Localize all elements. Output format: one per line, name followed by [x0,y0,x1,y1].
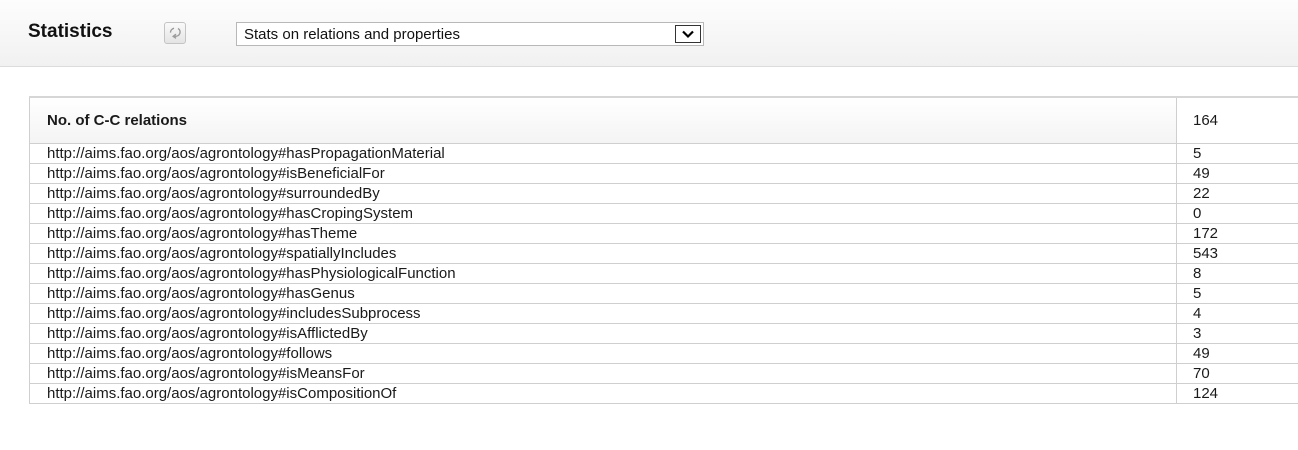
relation-count: 543 [1176,243,1298,264]
relation-uri: http://aims.fao.org/aos/agrontology#hasT… [29,223,1177,244]
table-row: http://aims.fao.org/aos/agrontology#hasP… [29,263,1298,284]
refresh-icon [169,27,181,39]
table-row: http://aims.fao.org/aos/agrontology#incl… [29,303,1298,324]
table-row: http://aims.fao.org/aos/agrontology#hasT… [29,223,1298,244]
relation-uri: http://aims.fao.org/aos/agrontology#isMe… [29,363,1177,384]
table-row: http://aims.fao.org/aos/agrontology#surr… [29,183,1298,204]
dropdown-arrow-button[interactable] [675,25,701,43]
relation-uri: http://aims.fao.org/aos/agrontology#isBe… [29,163,1177,184]
relation-uri: http://aims.fao.org/aos/agrontology#spat… [29,243,1177,264]
stats-type-select-value: Stats on relations and properties [244,26,460,43]
relation-uri: http://aims.fao.org/aos/agrontology#hasP… [29,263,1177,284]
relation-uri: http://aims.fao.org/aos/agrontology#hasP… [29,143,1177,164]
page-title: Statistics [28,21,113,42]
table-row: http://aims.fao.org/aos/agrontology#isCo… [29,383,1298,404]
table-header-value: 164 [1176,96,1298,144]
relation-count: 5 [1176,283,1298,304]
table-row: http://aims.fao.org/aos/agrontology#hasP… [29,143,1298,164]
relation-uri: http://aims.fao.org/aos/agrontology#hasC… [29,203,1177,224]
table-row: http://aims.fao.org/aos/agrontology#isBe… [29,163,1298,184]
table-header-label: No. of C-C relations [29,96,1177,144]
relation-uri: http://aims.fao.org/aos/agrontology#isCo… [29,383,1177,404]
chevron-down-icon [682,30,694,39]
relation-count: 8 [1176,263,1298,284]
refresh-button[interactable] [164,22,186,44]
table-row: http://aims.fao.org/aos/agrontology#isMe… [29,363,1298,384]
relation-uri: http://aims.fao.org/aos/agrontology#surr… [29,183,1177,204]
relation-count: 49 [1176,163,1298,184]
relation-count: 49 [1176,343,1298,364]
relation-count: 22 [1176,183,1298,204]
statistics-header: Statistics Stats on relations and proper… [0,0,1298,67]
table-row: http://aims.fao.org/aos/agrontology#hasC… [29,203,1298,224]
relation-count: 0 [1176,203,1298,224]
table-header-row: No. of C-C relations 164 [29,96,1298,144]
relation-count: 124 [1176,383,1298,404]
table-row: http://aims.fao.org/aos/agrontology#spat… [29,243,1298,264]
table-row: http://aims.fao.org/aos/agrontology#hasG… [29,283,1298,304]
relation-count: 4 [1176,303,1298,324]
relation-uri: http://aims.fao.org/aos/agrontology#incl… [29,303,1177,324]
table-row: http://aims.fao.org/aos/agrontology#foll… [29,343,1298,364]
relations-stats-table: No. of C-C relations 164 http://aims.fao… [29,96,1298,404]
relation-uri: http://aims.fao.org/aos/agrontology#foll… [29,343,1177,364]
relation-uri: http://aims.fao.org/aos/agrontology#hasG… [29,283,1177,304]
relation-count: 3 [1176,323,1298,344]
relation-count: 70 [1176,363,1298,384]
table-row: http://aims.fao.org/aos/agrontology#isAf… [29,323,1298,344]
relation-uri: http://aims.fao.org/aos/agrontology#isAf… [29,323,1177,344]
relation-count: 5 [1176,143,1298,164]
relation-count: 172 [1176,223,1298,244]
stats-type-select[interactable]: Stats on relations and properties [236,22,704,46]
